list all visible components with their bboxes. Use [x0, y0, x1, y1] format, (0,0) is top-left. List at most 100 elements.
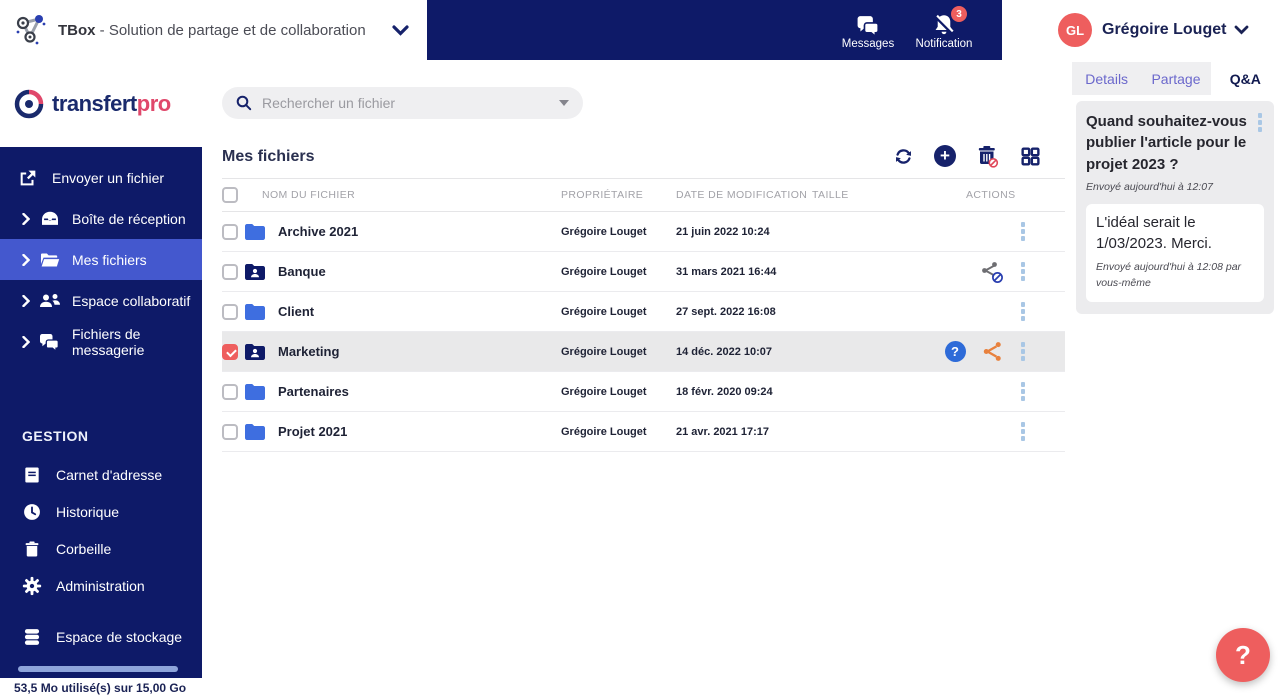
sidebar-item-label: Carnet d'adresse — [56, 466, 163, 483]
row-checkbox[interactable] — [222, 303, 238, 320]
folder-icon — [244, 423, 266, 441]
row-checkbox[interactable] — [222, 223, 238, 240]
column-header: PROPRIÉTAIRE — [561, 189, 644, 201]
notification-count-badge: 3 — [951, 6, 967, 22]
row-checkbox[interactable] — [222, 263, 238, 280]
share-disabled-icon[interactable] — [980, 260, 1004, 284]
sidebar-item-fichiers-de-messagerie[interactable]: Fichiers de messagerie — [0, 321, 202, 362]
table-row[interactable]: Banque Grégoire Louget 31 mars 2021 16:4… — [222, 252, 1065, 292]
owner-cell: Grégoire Louget — [561, 345, 647, 358]
date-cell: 31 mars 2021 16:44 — [676, 265, 777, 278]
row-menu-button[interactable] — [1019, 420, 1028, 443]
owner-cell: Grégoire Louget — [561, 305, 647, 318]
sidebar-nav: Envoyer un fichier Boîte de réception Me… — [0, 147, 202, 678]
delete-button[interactable] — [975, 144, 999, 168]
row-checkbox[interactable] — [222, 383, 238, 400]
clock-icon — [20, 502, 44, 522]
files-table: NOM DU FICHIER PROPRIÉTAIRE DATE DE MODI… — [222, 178, 1065, 452]
date-cell: 21 juin 2022 10:24 — [676, 225, 770, 238]
owner-cell: Grégoire Louget — [561, 225, 647, 238]
reply-card: L'idéal serait le 1/03/2023. Merci. Envo… — [1086, 203, 1264, 302]
file-name[interactable]: Client — [278, 304, 314, 319]
select-all-checkbox[interactable] — [222, 187, 238, 203]
row-checkbox-checked[interactable] — [222, 343, 238, 360]
folder-open-icon — [38, 251, 62, 269]
panel-tabs: Details Partage Q&A — [1072, 62, 1280, 95]
file-name[interactable]: Partenaires — [278, 384, 349, 399]
search-input[interactable] — [262, 95, 559, 111]
table-row[interactable]: Projet 2021 Grégoire Louget 21 avr. 2021… — [222, 412, 1065, 452]
main-content: Mes fichiers + NOM DU FICHIER PROPRIÉTAI… — [202, 60, 1072, 700]
question-text: Quand souhaitez-vous publier l'article p… — [1086, 113, 1247, 173]
share-icon[interactable] — [981, 340, 1004, 363]
date-cell: 14 déc. 2022 10:07 — [676, 345, 773, 358]
refresh-button[interactable] — [891, 144, 915, 168]
folder-icon — [244, 383, 266, 401]
sidebar-item-historique[interactable]: Historique — [0, 493, 202, 530]
chevron-right-icon — [22, 335, 30, 348]
row-menu-button[interactable] — [1019, 380, 1028, 403]
sidebar-item-label: Historique — [56, 503, 120, 520]
tbox-logo-icon — [16, 15, 46, 45]
tab-details[interactable]: Details — [1072, 62, 1141, 95]
row-menu-button[interactable] — [1019, 260, 1028, 283]
tab-partage[interactable]: Partage — [1141, 62, 1210, 95]
user-menu[interactable]: GL Grégoire Louget — [1002, 0, 1280, 60]
table-row[interactable]: Partenaires Grégoire Louget 18 févr. 202… — [222, 372, 1065, 412]
toolbar: + — [891, 144, 1042, 168]
messages-icon — [855, 10, 882, 38]
file-name[interactable]: Banque — [278, 264, 326, 279]
send-file-icon — [16, 167, 40, 189]
table-row-selected[interactable]: Marketing Grégoire Louget 14 déc. 2022 1… — [222, 332, 1065, 372]
inbox-icon — [38, 209, 62, 229]
sidebar-item-administration[interactable]: Administration — [0, 567, 202, 604]
sidebar-item-label: Espace de stockage — [56, 628, 183, 645]
transfertpro-logo-icon — [14, 89, 44, 118]
top-bar: TBox - Solution de partage et de collabo… — [0, 0, 1280, 60]
storage-icon — [20, 627, 44, 647]
sidebar-item-label: Administration — [56, 577, 145, 594]
sidebar-item-boite-de-reception[interactable]: Boîte de réception — [0, 198, 202, 239]
sidebar: transfertpro Envoyer un fichier Boîte de… — [0, 60, 202, 700]
column-header: NOM DU FICHIER — [262, 189, 356, 201]
grid-view-button[interactable] — [1018, 144, 1042, 168]
brand-name: transfertpro — [52, 90, 171, 116]
row-checkbox[interactable] — [222, 423, 238, 440]
sidebar-item-label: Envoyer un fichier — [52, 169, 165, 186]
row-menu-button[interactable] — [1019, 220, 1028, 243]
file-name[interactable]: Projet 2021 — [278, 424, 347, 439]
messages-label: Messages — [841, 38, 895, 50]
tab-qa[interactable]: Q&A — [1210, 62, 1280, 95]
question-circle-icon[interactable]: ? — [944, 341, 966, 362]
search-filter-caret[interactable] — [559, 100, 569, 106]
search-bar — [222, 87, 583, 119]
workspace-selector[interactable]: TBox - Solution de partage et de collabo… — [0, 0, 427, 60]
row-menu-button[interactable] — [1019, 340, 1028, 363]
brand-logo[interactable]: transfertpro — [0, 60, 202, 147]
folder-icon — [244, 223, 266, 241]
chevron-right-icon — [22, 212, 30, 225]
file-name[interactable]: Archive 2021 — [278, 224, 358, 239]
date-cell: 18 févr. 2020 09:24 — [676, 385, 773, 398]
sidebar-item-carnet-dadresse[interactable]: Carnet d'adresse — [0, 456, 202, 493]
notification-button[interactable]: 3 Notification — [914, 6, 974, 50]
sidebar-item-espace-de-stockage[interactable]: Espace de stockage — [0, 618, 202, 655]
sidebar-item-espace-collaboratif[interactable]: Espace collaboratif — [0, 280, 202, 321]
table-row[interactable]: Client Grégoire Louget 27 sept. 2022 16:… — [222, 292, 1065, 332]
chevron-down-icon — [392, 24, 409, 36]
sidebar-item-envoyer-un-fichier[interactable]: Envoyer un fichier — [0, 157, 202, 198]
trash-icon — [20, 539, 44, 559]
sidebar-item-corbeille[interactable]: Corbeille — [0, 530, 202, 567]
chevron-right-icon — [22, 294, 30, 307]
messages-button[interactable]: Messages — [838, 10, 898, 50]
sidebar-item-mes-fichiers[interactable]: Mes fichiers — [0, 239, 202, 280]
section-title-gestion: GESTION — [22, 428, 89, 444]
help-button[interactable]: ? — [1216, 628, 1270, 682]
table-header: NOM DU FICHIER PROPRIÉTAIRE DATE DE MODI… — [222, 178, 1065, 212]
row-menu-button[interactable] — [1019, 300, 1028, 323]
add-button[interactable]: + — [934, 145, 956, 167]
chevron-down-icon — [1235, 25, 1249, 35]
question-menu-button[interactable] — [1256, 111, 1265, 134]
file-name[interactable]: Marketing — [278, 344, 339, 359]
table-row[interactable]: Archive 2021 Grégoire Louget 21 juin 202… — [222, 212, 1065, 252]
